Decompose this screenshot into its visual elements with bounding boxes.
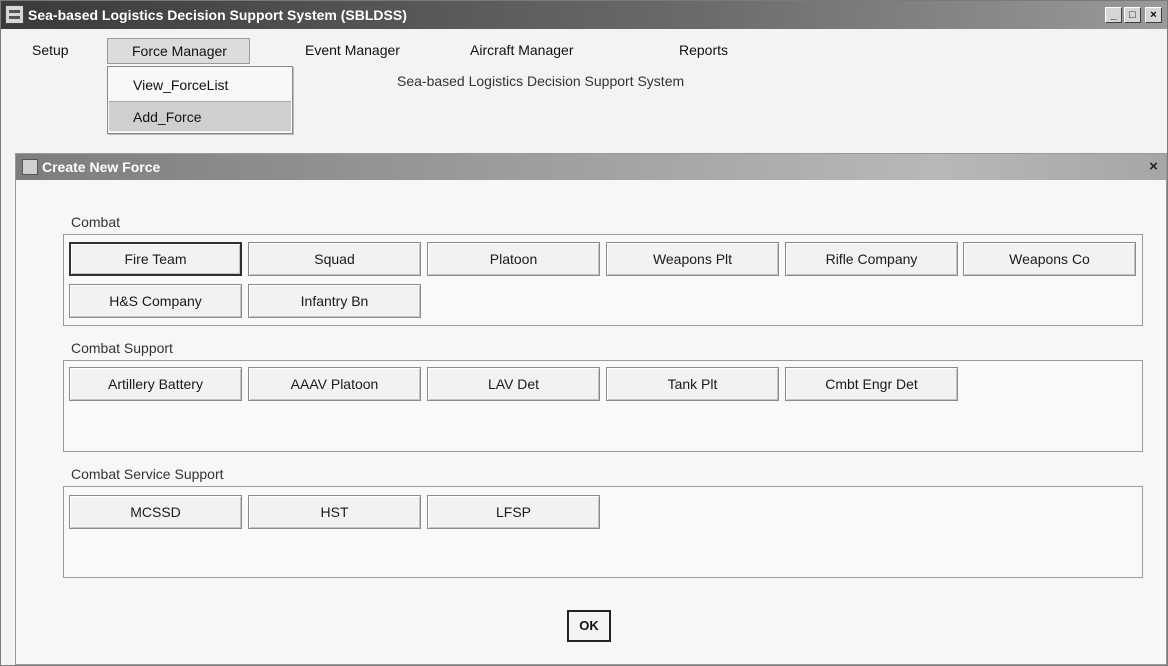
window-title: Sea-based Logistics Decision Support Sys… bbox=[28, 7, 407, 23]
menu-aircraft-manager[interactable]: Aircraft Manager bbox=[470, 42, 573, 58]
window-titlebar[interactable]: Sea-based Logistics Decision Support Sys… bbox=[1, 1, 1167, 29]
menubar: Setup Force Manager Event Manager Aircra… bbox=[1, 29, 1167, 64]
close-button[interactable]: × bbox=[1145, 7, 1162, 23]
combat-group-label: Combat bbox=[71, 214, 121, 230]
infantry-bn-button[interactable]: Infantry Bn bbox=[248, 284, 421, 318]
combat-support-group-label: Combat Support bbox=[71, 340, 173, 356]
main-window: Sea-based Logistics Decision Support Sys… bbox=[0, 0, 1168, 666]
menu-setup[interactable]: Setup bbox=[32, 42, 69, 58]
squad-button[interactable]: Squad bbox=[248, 242, 421, 276]
menu-force-manager[interactable]: Force Manager bbox=[107, 38, 250, 64]
weapons-plt-button[interactable]: Weapons Plt bbox=[606, 242, 779, 276]
combat-service-support-group-label: Combat Service Support bbox=[71, 466, 224, 482]
app-icon bbox=[5, 5, 24, 24]
hs-company-button[interactable]: H&S Company bbox=[69, 284, 242, 318]
menu-item-add-force[interactable]: Add_Force bbox=[109, 101, 291, 131]
dialog-title: Create New Force bbox=[42, 159, 161, 175]
menu-item-view-forcelist[interactable]: View_ForceList bbox=[109, 70, 291, 100]
ok-button[interactable]: OK bbox=[567, 610, 611, 642]
menu-reports[interactable]: Reports bbox=[679, 42, 728, 58]
dialog-titlebar[interactable]: Create New Force × bbox=[16, 154, 1166, 180]
menu-event-manager[interactable]: Event Manager bbox=[305, 42, 400, 58]
hst-button[interactable]: HST bbox=[248, 495, 421, 529]
app-caption: Sea-based Logistics Decision Support Sys… bbox=[397, 73, 685, 89]
maximize-button[interactable]: □ bbox=[1124, 7, 1141, 23]
artillery-battery-button[interactable]: Artillery Battery bbox=[69, 367, 242, 401]
mcssd-button[interactable]: MCSSD bbox=[69, 495, 242, 529]
force-manager-dropdown: View_ForceList Add_Force bbox=[107, 66, 293, 134]
lfsp-button[interactable]: LFSP bbox=[427, 495, 600, 529]
cmbt-engr-det-button[interactable]: Cmbt Engr Det bbox=[785, 367, 958, 401]
dialog-icon bbox=[22, 159, 38, 175]
rifle-company-button[interactable]: Rifle Company bbox=[785, 242, 958, 276]
lav-det-button[interactable]: LAV Det bbox=[427, 367, 600, 401]
minimize-button[interactable]: _ bbox=[1105, 7, 1122, 23]
platoon-button[interactable]: Platoon bbox=[427, 242, 600, 276]
aaav-platoon-button[interactable]: AAAV Platoon bbox=[248, 367, 421, 401]
tank-plt-button[interactable]: Tank Plt bbox=[606, 367, 779, 401]
weapons-co-button[interactable]: Weapons Co bbox=[963, 242, 1136, 276]
dialog-close-icon[interactable]: × bbox=[1145, 158, 1162, 175]
fire-team-button[interactable]: Fire Team bbox=[69, 242, 242, 276]
